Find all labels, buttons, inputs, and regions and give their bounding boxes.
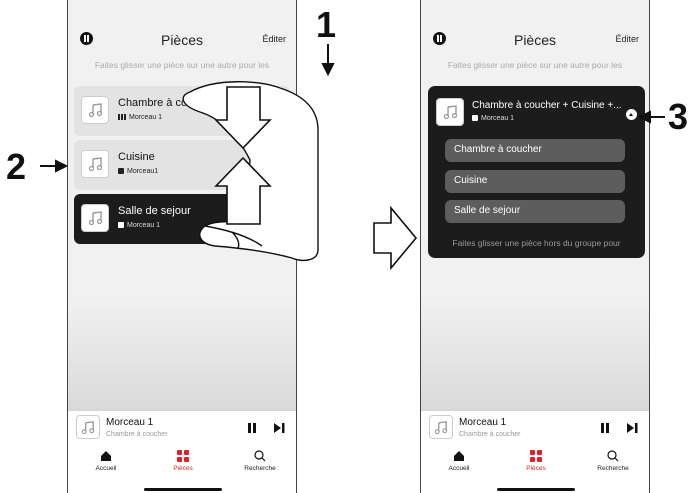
room-card-chambre[interactable]: Chambre à coucher Morceau 1 [74,86,290,136]
pause-icon[interactable] [601,423,609,433]
stop-square-icon [118,222,124,229]
phone-screen-before: Pièces Éditer Faites glisser une pièce s… [67,0,297,493]
edit-button[interactable]: Éditer [615,34,639,44]
skip-next-icon[interactable] [626,422,638,434]
rooms-icon [530,450,542,462]
pause-icon[interactable] [248,423,256,433]
album-art [81,204,109,232]
stop-square-icon [472,115,478,122]
tab-pieces[interactable]: Pièces [153,450,213,472]
callout-number-2: 2 [6,146,27,187]
tab-recherche[interactable]: Recherche [230,450,290,472]
phone-screen-after: Pièces Éditer Faites glisser une pièce s… [420,0,650,493]
callout-number-1: 1 [316,4,337,45]
stop-square-icon [118,168,124,175]
room-name: Cuisine [118,151,155,163]
ungroup-hint: Faites glisser une pièce hors du groupe … [452,238,621,248]
room-card-cuisine[interactable]: Cuisine Morceau1 [74,140,290,190]
room-track: Morceau 1 [118,222,160,229]
mini-player[interactable]: Morceau 1 Chambre à coucher [68,410,296,444]
tab-bar: Accueil Pièces Recherche [68,444,296,493]
tab-recherche[interactable]: Recherche [583,450,643,472]
mini-player[interactable]: Morceau 1 Chambre à coucher [421,410,649,444]
album-art [81,150,109,178]
room-group-card[interactable]: Chambre à coucher + Cuisine +... Morceau… [428,86,645,258]
home-icon [101,451,111,461]
album-art [429,415,453,439]
search-icon [607,450,619,462]
group-name: Chambre à coucher + Cuisine +... [472,100,622,111]
group-member-chambre[interactable]: Chambre à coucher [445,139,625,162]
album-art [436,98,464,126]
header: Pièces Éditer [68,28,296,54]
drag-hint: Faites glisser une pièce sur une autre p… [94,60,270,70]
group-member-cuisine[interactable]: Cuisine [445,170,625,193]
album-art [76,415,100,439]
music-note-icon [88,211,103,226]
music-note-icon [88,103,103,118]
music-note-icon [434,421,448,435]
drag-hint: Faites glisser une pièce sur une autre p… [447,60,623,70]
callout-number-3: 3 [668,96,689,137]
tab-accueil[interactable]: Accueil [429,450,489,472]
room-name: Salle de sejour [118,205,191,217]
collapse-group-icon[interactable] [626,109,637,120]
tab-bar: Accueil Pièces Recherche [421,444,649,493]
music-note-icon [88,157,103,172]
mini-player-subtitle: Chambre à coucher [106,431,168,438]
room-track: Morceau 1 [118,114,162,121]
group-member-salle[interactable]: Salle de sejour [445,200,625,223]
playing-bars-icon [118,114,126,121]
mini-player-subtitle: Chambre à coucher [459,431,521,438]
search-icon [254,450,266,462]
transition-arrow-icon [373,205,418,271]
home-indicator [144,488,222,491]
rooms-icon [177,450,189,462]
room-card-salle[interactable]: Salle de sejour Morceau 1 [74,194,290,244]
edit-button[interactable]: Éditer [262,34,286,44]
mini-player-title: Morceau 1 [459,417,507,428]
music-note-icon [81,421,95,435]
music-note-icon [443,105,458,120]
room-track: Morceau1 [118,168,158,175]
header: Pièces Éditer [421,28,649,54]
tab-pieces[interactable]: Pièces [506,450,566,472]
room-name: Chambre à coucher [118,97,215,109]
group-track: Morceau 1 [472,115,514,122]
mini-player-title: Morceau 1 [106,417,154,428]
tab-accueil[interactable]: Accueil [76,450,136,472]
home-icon [454,451,464,461]
home-indicator [497,488,575,491]
skip-next-icon[interactable] [273,422,285,434]
album-art [81,96,109,124]
